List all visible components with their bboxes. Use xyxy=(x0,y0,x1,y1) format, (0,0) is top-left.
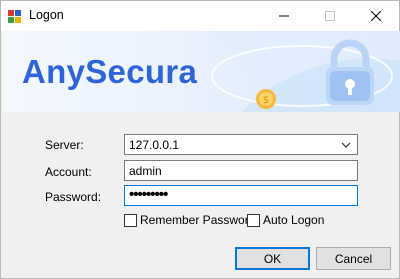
cancel-button[interactable]: Cancel xyxy=(316,247,391,270)
auto-logon-box[interactable] xyxy=(247,213,260,227)
title-bar: Logon xyxy=(1,1,399,31)
server-value: 127.0.0.1 xyxy=(129,138,180,152)
svg-text:$: $ xyxy=(263,95,269,106)
maximize-button[interactable] xyxy=(307,1,353,31)
window-title: Logon xyxy=(29,8,64,22)
minimize-icon xyxy=(279,15,289,17)
server-label: Server: xyxy=(45,138,84,152)
remember-password-label: Remember Password xyxy=(140,213,256,227)
ok-button[interactable]: OK xyxy=(235,247,310,270)
account-label: Account: xyxy=(45,165,92,179)
auto-logon-label: Auto Logon xyxy=(263,213,325,227)
maximize-icon xyxy=(325,11,335,21)
server-combobox[interactable]: 127.0.0.1 xyxy=(124,134,358,155)
close-icon xyxy=(371,11,381,21)
close-button[interactable] xyxy=(353,1,399,31)
account-input[interactable]: admin xyxy=(124,160,358,181)
logon-window: Logon $ AnySecura Server: 127.0.0.1 Acco… xyxy=(0,0,400,279)
auto-logon-checkbox[interactable]: Auto Logon xyxy=(247,213,324,227)
brand-banner: $ AnySecura xyxy=(2,31,400,112)
password-label: Password: xyxy=(45,190,102,204)
remember-password-box[interactable] xyxy=(124,213,137,227)
coin-icon: $ xyxy=(256,89,276,109)
padlock-icon xyxy=(326,39,374,105)
account-value: admin xyxy=(129,164,162,178)
minimize-button[interactable] xyxy=(261,1,307,31)
app-icon xyxy=(8,10,21,23)
remember-password-checkbox[interactable]: Remember Password xyxy=(124,213,255,227)
chevron-down-icon[interactable] xyxy=(341,138,351,152)
password-input[interactable]: ••••••••• xyxy=(124,185,358,206)
brand-logo: AnySecura xyxy=(22,53,198,90)
password-mask: ••••••••• xyxy=(129,186,168,203)
